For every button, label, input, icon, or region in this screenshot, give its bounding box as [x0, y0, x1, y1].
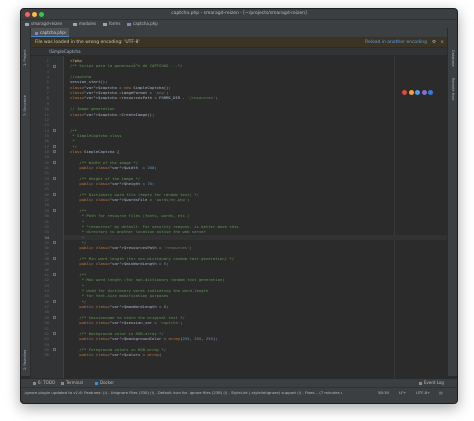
window-title: captcha.php - smaragd-reizen - [~/projec…	[171, 11, 307, 16]
fold-marker-icon[interactable]	[53, 257, 56, 261]
left-tool-strip: 1: Project 7: Structure 2: Favorites	[21, 28, 31, 376]
code-editor[interactable]: <?php/** Script para la generaciÃ³n de C…	[64, 56, 447, 378]
title-bar: captcha.php - smaragd-reizen - [~/projec…	[21, 9, 457, 19]
folder-icon	[73, 22, 77, 26]
todo-tool-button[interactable]: 6: TODO	[33, 379, 55, 387]
fold-marker-icon[interactable]	[53, 241, 56, 245]
close-icon[interactable]: ×	[440, 38, 444, 47]
encoding-warning-message: File was loaded in the wrong encoding: '…	[35, 40, 140, 45]
encoding-warning-bar: File was loaded in the wrong encoding: '…	[31, 38, 447, 48]
folder-icon	[25, 22, 29, 26]
code-line[interactable]: public class="var">$backgroundColor = ar…	[70, 336, 217, 341]
event-log-icon	[419, 381, 422, 385]
caret-position[interactable]: 58:30	[378, 389, 389, 396]
browser-icon[interactable]	[402, 90, 407, 95]
line-separator[interactable]: LF+	[399, 389, 406, 396]
nav-crumb-project[interactable]: smaragd-reizen	[25, 20, 62, 28]
line-number-gutter: 1 2 3 4 5 6 7 8 9 10 11 12 13 14 15 16 17 18 19 20 21 22 23 24 2…	[31, 56, 64, 378]
reload-encoding-link[interactable]: Reload in another encoding	[365, 38, 427, 47]
database-tool-tab[interactable]: Database	[451, 50, 455, 67]
breadcrumb-class[interactable]: \SimpleCaptcha	[49, 48, 81, 55]
code-line[interactable]: public class="var">$resourcesPath = 'res…	[70, 245, 191, 250]
todo-icon	[33, 381, 36, 385]
code-line[interactable]: public class="var">$minWordLength = 5;	[70, 261, 168, 266]
editor-tab-bar: captcha.php ×	[31, 28, 447, 38]
code-line[interactable]: * Path for resource files (fonts, words,…	[70, 213, 190, 218]
line-number: 56	[44, 352, 49, 358]
code-line[interactable]: * Max word length (for non-dictionary ra…	[70, 277, 225, 282]
right-margin-guide	[394, 56, 395, 378]
file-encoding[interactable]: UTF-8+	[416, 389, 430, 396]
code-line[interactable]: * SimpleCaptcha class	[70, 133, 121, 138]
browser-icon[interactable]	[428, 90, 433, 95]
fold-marker-icon[interactable]	[53, 150, 56, 154]
code-line[interactable]: class SimpleCaptcha {	[70, 149, 119, 154]
terminal-tool-button[interactable]: Terminal	[61, 379, 83, 387]
nav-crumb-modules[interactable]: modules	[73, 20, 96, 28]
ide-window: captcha.php - smaragd-reizen - [~/projec…	[20, 8, 458, 404]
fold-marker-icon[interactable]	[53, 332, 56, 336]
fold-marker-icon[interactable]	[53, 316, 56, 319]
folder-icon	[103, 22, 107, 26]
gear-icon[interactable]: ⚙	[432, 38, 436, 47]
php-file-icon	[127, 22, 131, 26]
fold-marker-icon[interactable]	[53, 128, 56, 132]
fold-marker-icon[interactable]	[53, 273, 56, 277]
status-message[interactable]: .ignore plugin updated to v1.6: Features…	[24, 389, 342, 396]
code-line[interactable]: class="var">$captcha->resourcesPath = FO…	[70, 95, 218, 100]
fold-marker-icon[interactable]	[53, 160, 56, 164]
code-line[interactable]: class="var">$captcha->CreateImage();	[70, 112, 154, 117]
status-bar: .ignore plugin updated to v1.6: Features…	[21, 387, 457, 403]
code-line[interactable]: public class="var">$maxWordLength = 8;	[70, 304, 168, 309]
fold-marker-icon[interactable]	[53, 64, 56, 68]
close-tab-icon[interactable]: ×	[64, 28, 67, 37]
fold-marker-icon[interactable]	[53, 299, 56, 303]
docker-tool-button[interactable]: Docker	[95, 379, 114, 387]
code-line[interactable]: /** Script para la generaciÃ³n de CAPTCH…	[70, 63, 182, 68]
nav-crumb-forms[interactable]: forms	[103, 20, 120, 28]
php-file-icon	[35, 31, 38, 35]
fold-marker-icon[interactable]	[53, 209, 56, 212]
code-line[interactable]: public class="var">$height = 70;	[70, 181, 154, 186]
code-line[interactable]: public class="var">$wordsFile = 'words/e…	[70, 197, 189, 202]
browser-icon[interactable]	[408, 90, 414, 95]
fold-marker-icon[interactable]	[53, 176, 56, 180]
code-line[interactable]: public class="var">$colors = array(	[70, 352, 161, 357]
nav-crumb-file[interactable]: captcha.php	[127, 20, 158, 28]
code-breadcrumb: \SimpleCaptcha	[31, 48, 447, 55]
code-line[interactable]: public class="var">$width = 200;	[70, 165, 156, 170]
fold-marker-icon[interactable]	[53, 348, 56, 352]
favorites-tool-tab[interactable]: 2: Favorites	[23, 350, 27, 370]
right-tool-strip: Database Remote Host	[447, 28, 457, 376]
tab-captcha-php[interactable]: captcha.php ×	[31, 28, 69, 37]
code-line[interactable]: public class="var">$session_var = 'captc…	[70, 320, 182, 325]
remote-host-tool-tab[interactable]: Remote Host	[451, 78, 455, 101]
lock-icon[interactable]: ▤	[439, 389, 443, 396]
browser-preview-icons	[401, 80, 433, 95]
browser-icon[interactable]	[421, 90, 427, 95]
fold-marker-icon[interactable]	[53, 144, 56, 148]
browser-icon[interactable]	[415, 90, 420, 95]
current-line-highlight	[64, 234, 447, 240]
docker-icon	[95, 381, 98, 385]
event-log-button[interactable]: Event Log	[419, 379, 444, 387]
project-tool-tab[interactable]: 1: Project	[23, 50, 27, 67]
bottom-tool-bar: 6: TODO Terminal Docker Event Log	[21, 378, 457, 387]
structure-tool-tab[interactable]: 7: Structure	[23, 95, 27, 116]
terminal-icon	[61, 381, 64, 385]
fold-marker-icon[interactable]	[53, 192, 56, 196]
